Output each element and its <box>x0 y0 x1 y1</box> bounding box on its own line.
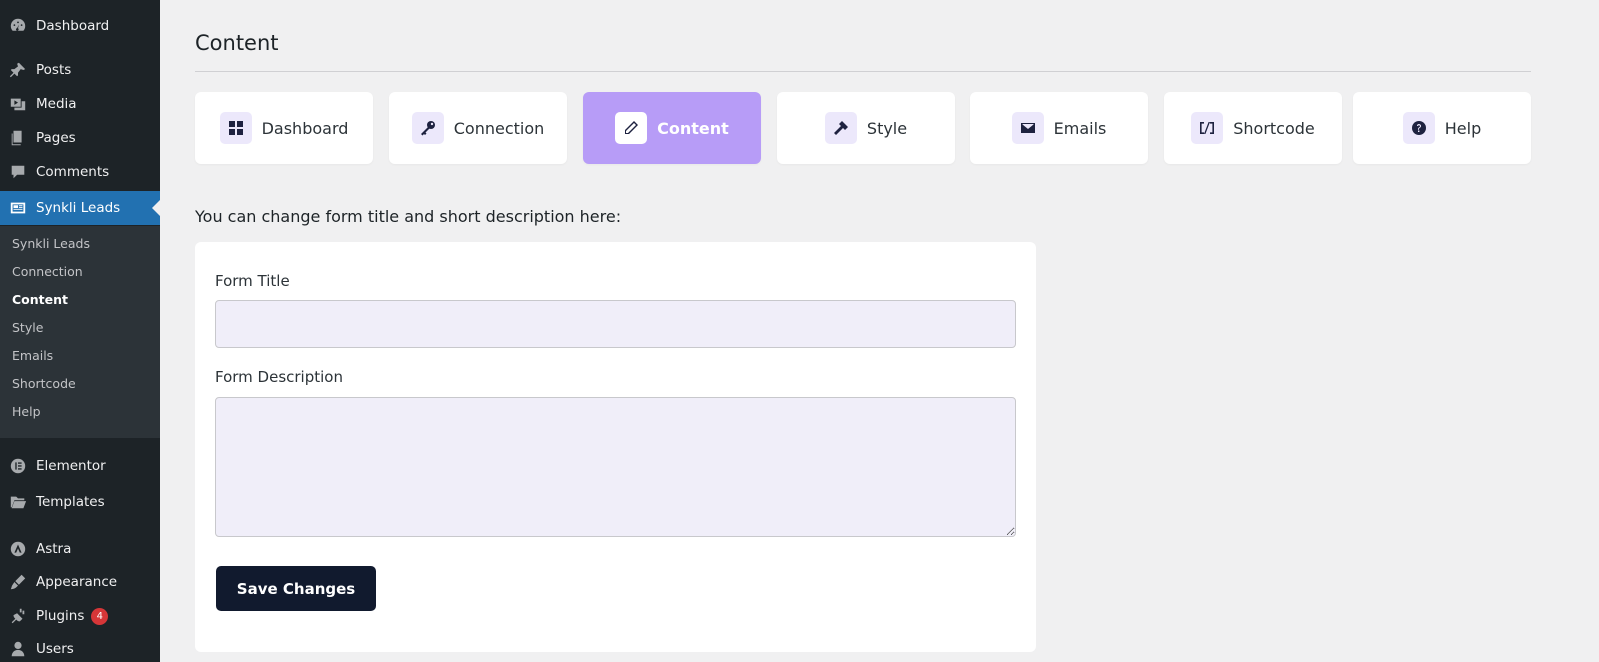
form-description-textarea[interactable] <box>215 397 1016 537</box>
form-description-label: Form Description <box>215 368 343 386</box>
tab-style[interactable]: Style <box>777 92 955 164</box>
submenu-item-help[interactable]: Help <box>12 404 41 419</box>
elementor-icon <box>0 457 36 475</box>
comment-icon <box>0 163 36 181</box>
sidebar-item-label: Pages <box>36 130 76 146</box>
folder-icon <box>0 493 36 511</box>
section-intro: You can change form title and short desc… <box>195 207 622 226</box>
save-changes-button[interactable]: Save Changes <box>216 566 376 611</box>
sidebar-item-appearance[interactable]: Appearance <box>0 565 160 599</box>
title-divider <box>195 71 1531 72</box>
plugin-icon <box>0 607 36 625</box>
sidebar-item-label: Synkli Leads <box>36 200 121 216</box>
sidebar-item-pages[interactable]: Pages <box>0 121 160 155</box>
leads-icon <box>0 199 36 217</box>
tab-label: Content <box>657 118 729 138</box>
pages-icon <box>0 129 36 147</box>
page-title: Content <box>195 31 279 55</box>
tab-emails[interactable]: Emails <box>970 92 1148 164</box>
sidebar-item-label: Dashboard <box>36 18 110 34</box>
pencil-icon <box>615 112 648 144</box>
tab-label: Emails <box>1053 118 1107 138</box>
admin-sidebar: Dashboard Posts Media Pages Comments Syn… <box>0 0 160 662</box>
form-title-input[interactable] <box>215 300 1016 348</box>
tab-help[interactable]: Help <box>1353 92 1531 164</box>
hammer-icon <box>824 112 857 144</box>
grid-icon <box>219 112 252 144</box>
sidebar-item-media[interactable]: Media <box>0 87 160 121</box>
sidebar-item-label: Posts <box>36 62 72 78</box>
submenu-item-synkli-leads[interactable]: Synkli Leads <box>12 236 90 251</box>
submenu-item-style[interactable]: Style <box>12 320 43 335</box>
form-title-label: Form Title <box>215 272 290 290</box>
tab-label: Dashboard <box>261 118 349 138</box>
submenu-item-shortcode[interactable]: Shortcode <box>12 376 76 391</box>
question-icon <box>1402 112 1435 144</box>
sidebar-item-label: Elementor <box>36 458 106 474</box>
content-form-card: Form Title Form Description Save Changes <box>195 242 1036 652</box>
user-icon <box>0 640 36 658</box>
tab-label: Help <box>1444 118 1482 138</box>
pin-icon <box>0 61 36 79</box>
tab-label: Style <box>866 118 908 138</box>
sidebar-item-users[interactable]: Users <box>0 632 160 662</box>
sidebar-item-astra[interactable]: Astra <box>0 532 160 566</box>
sidebar-item-label: Media <box>36 96 77 112</box>
media-icon <box>0 95 36 113</box>
sidebar-item-label: Users <box>36 641 74 657</box>
tab-connection[interactable]: Connection <box>389 92 567 164</box>
sidebar-item-dashboard[interactable]: Dashboard <box>0 9 160 43</box>
sidebar-item-label: Appearance <box>36 574 118 590</box>
sidebar-item-comments[interactable]: Comments <box>0 155 160 189</box>
sidebar-item-posts[interactable]: Posts <box>0 53 160 87</box>
shortcode-icon <box>1191 112 1224 144</box>
sidebar-item-label: Comments <box>36 164 110 180</box>
sidebar-item-plugins[interactable]: Plugins 4 <box>0 599 160 633</box>
sidebar-item-synkli-leads[interactable]: Synkli Leads <box>0 191 160 225</box>
sidebar-item-label: Templates <box>36 494 105 510</box>
brush-icon <box>0 573 36 591</box>
sidebar-item-templates[interactable]: Templates <box>0 485 160 519</box>
submenu-item-content[interactable]: Content <box>12 292 68 307</box>
tab-label: Connection <box>453 118 545 138</box>
sidebar-item-label: Plugins <box>36 608 85 624</box>
dashboard-icon <box>0 17 36 35</box>
submenu-item-emails[interactable]: Emails <box>12 348 53 363</box>
envelope-icon <box>1011 112 1044 144</box>
sidebar-item-elementor[interactable]: Elementor <box>0 449 160 483</box>
submenu-item-connection[interactable]: Connection <box>12 264 83 279</box>
sidebar-item-label: Astra <box>36 541 72 557</box>
tab-shortcode[interactable]: Shortcode <box>1164 92 1342 164</box>
plugins-update-badge: 4 <box>91 607 109 625</box>
key-icon <box>411 112 444 144</box>
astra-icon <box>0 540 36 558</box>
tab-label: Shortcode <box>1233 118 1315 138</box>
tab-content[interactable]: Content <box>583 92 761 164</box>
tab-dashboard[interactable]: Dashboard <box>195 92 373 164</box>
synkli-submenu: Synkli Leads Connection Content Style Em… <box>0 226 160 438</box>
